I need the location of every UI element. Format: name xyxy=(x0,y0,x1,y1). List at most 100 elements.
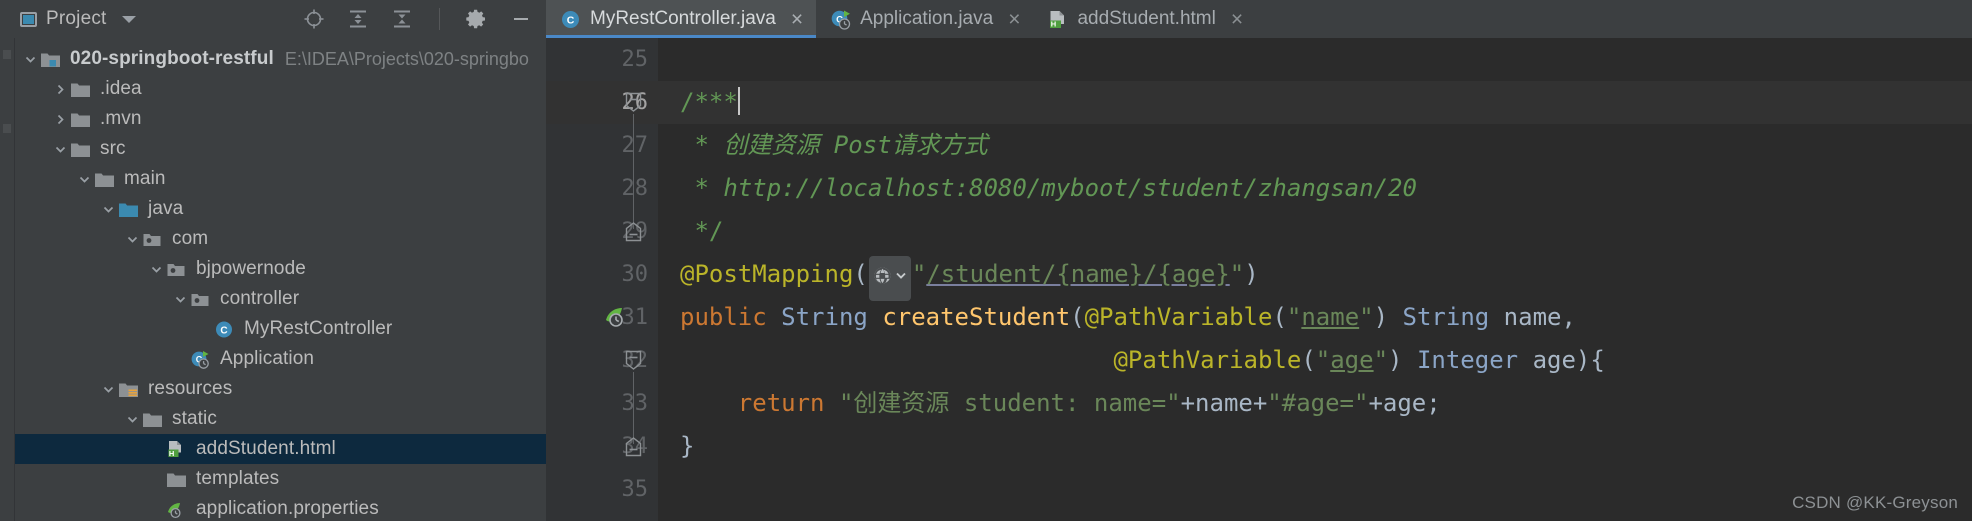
web-reference-badge[interactable] xyxy=(868,256,911,301)
spring-bean-gutter-icon[interactable] xyxy=(604,304,630,330)
tree-label: .idea xyxy=(100,78,142,99)
path-variable-name[interactable]: age xyxy=(1330,346,1373,374)
java-class-icon: C xyxy=(560,9,581,30)
code-text: " xyxy=(911,260,927,288)
fold-column[interactable] xyxy=(612,38,658,521)
chevron-down-icon[interactable] xyxy=(894,257,908,300)
close-icon[interactable]: × xyxy=(1008,9,1020,30)
project-view-icon xyxy=(20,11,37,27)
chevron-down-icon[interactable] xyxy=(170,293,190,306)
tree-row-templates[interactable]: templates xyxy=(14,464,546,494)
file-tree: 020-springboot-restful E:\IDEA\Projects\… xyxy=(0,44,546,521)
code-text: */ xyxy=(680,217,724,245)
globe-icon[interactable] xyxy=(872,257,893,300)
type-string: String xyxy=(1402,303,1490,331)
fold-start-icon[interactable] xyxy=(622,91,645,114)
type-integer: Integer xyxy=(1416,346,1519,374)
package-icon xyxy=(166,260,187,279)
toolbar-divider xyxy=(439,8,440,30)
method-name: createStudent xyxy=(882,303,1071,331)
chevron-down-icon[interactable] xyxy=(122,233,142,246)
tab-addstudent-html[interactable]: H addStudent.html × xyxy=(1033,0,1256,38)
code-text: http://localhost:8080/myboot/student/zha… xyxy=(723,174,1417,202)
tree-row-static[interactable]: static xyxy=(14,404,546,434)
code-text: ) xyxy=(1373,303,1403,331)
tree-label: static xyxy=(172,408,217,429)
tree-row-resources[interactable]: resources xyxy=(14,374,546,404)
tree-row-application[interactable]: C Application xyxy=(14,344,546,374)
code-text: * xyxy=(680,131,724,159)
intellij-idea-window: Project C MyRestController.java × C Appl… xyxy=(0,0,1972,521)
tree-row-020-springboot-restful[interactable]: 020-springboot-restful E:\IDEA\Projects\… xyxy=(14,44,546,74)
chevron-down-icon[interactable] xyxy=(74,173,94,186)
tree-row-addstudent-html[interactable]: H addStudent.html xyxy=(14,434,546,464)
fold-end-icon[interactable] xyxy=(622,435,645,458)
module-folder-icon xyxy=(40,50,61,69)
chevron-down-icon[interactable] xyxy=(50,143,70,156)
fold-start-icon[interactable] xyxy=(622,349,645,372)
string-literal: "#age=" xyxy=(1267,389,1369,417)
tree-row-idea[interactable]: .idea xyxy=(14,74,546,104)
chevron-down-icon[interactable] xyxy=(98,383,118,396)
main-body: 020-springboot-restful E:\IDEA\Projects\… xyxy=(0,38,1972,521)
folder-icon xyxy=(70,140,91,159)
code-editor[interactable]: 25 26 27 28 29 30 31 32 33 34 35 /*** * … xyxy=(546,38,1972,521)
fold-end-icon[interactable] xyxy=(622,220,645,243)
locate-icon[interactable] xyxy=(303,8,325,30)
tree-row-controller[interactable]: controller xyxy=(14,284,546,314)
url-mapping-path[interactable]: /student/{name}/{age} xyxy=(926,260,1229,288)
gear-icon[interactable] xyxy=(466,8,488,30)
tree-label: templates xyxy=(196,468,280,489)
collapse-all-icon[interactable] xyxy=(347,8,369,30)
chevron-down-icon[interactable] xyxy=(146,263,166,276)
path-variable-name[interactable]: name xyxy=(1301,303,1359,331)
editor-gutter[interactable]: 25 26 27 28 29 30 31 32 33 34 35 xyxy=(546,38,658,521)
tree-row-main[interactable]: main xyxy=(14,164,546,194)
rail-marker xyxy=(3,50,11,59)
tool-window-rail xyxy=(0,38,15,521)
chevron-down-icon[interactable] xyxy=(122,413,142,426)
chevron-down-icon[interactable] xyxy=(121,15,136,23)
tab-label: addStudent.html xyxy=(1077,8,1216,29)
project-title-group[interactable]: Project xyxy=(14,8,136,30)
code-line-29: */ xyxy=(658,210,1972,253)
tree-row-bjpowernode[interactable]: bjpowernode xyxy=(14,254,546,284)
package-icon xyxy=(142,230,163,249)
watermark: CSDN @KK-Greyson xyxy=(1792,493,1958,512)
code-line-28: * http://localhost:8080/myboot/student/z… xyxy=(658,167,1972,210)
close-icon[interactable]: × xyxy=(1231,9,1243,30)
code-text: +name+ xyxy=(1180,389,1268,417)
tree-row-application-properties[interactable]: application.properties xyxy=(14,494,546,521)
chevron-right-icon[interactable] xyxy=(50,113,70,126)
code-text: " xyxy=(1373,346,1389,374)
close-icon[interactable]: × xyxy=(791,9,803,30)
html-file-icon: H xyxy=(1047,9,1068,30)
code-line-34: } xyxy=(658,425,1972,468)
chevron-right-icon[interactable] xyxy=(50,83,70,96)
svg-text:H: H xyxy=(169,448,174,457)
code-text-area[interactable]: /*** * 创建资源 Post请求方式 * http://localhost:… xyxy=(658,38,1972,521)
tree-row-src[interactable]: src xyxy=(14,134,546,164)
tree-label: bjpowernode xyxy=(196,258,306,279)
minimize-icon[interactable] xyxy=(510,8,532,30)
tab-myrestcontroller[interactable]: C MyRestController.java × xyxy=(546,0,817,38)
html-file-icon: H xyxy=(166,440,187,459)
chevron-down-icon[interactable] xyxy=(98,203,118,216)
tree-row-java[interactable]: java xyxy=(14,194,546,224)
folder-icon xyxy=(70,110,91,129)
code-text: ( xyxy=(853,260,868,288)
project-tree-panel: 020-springboot-restful E:\IDEA\Projects\… xyxy=(0,38,546,521)
tree-row-mvn[interactable]: .mvn xyxy=(14,104,546,134)
svg-text:C: C xyxy=(567,14,575,26)
tree-row-com[interactable]: com xyxy=(14,224,546,254)
tab-application[interactable]: C Application.java × xyxy=(816,0,1033,38)
folder-icon xyxy=(70,80,91,99)
expand-all-icon[interactable] xyxy=(391,8,413,30)
tree-row-myrestcontroller[interactable]: C MyRestController xyxy=(14,314,546,344)
chevron-down-icon[interactable] xyxy=(20,53,40,66)
